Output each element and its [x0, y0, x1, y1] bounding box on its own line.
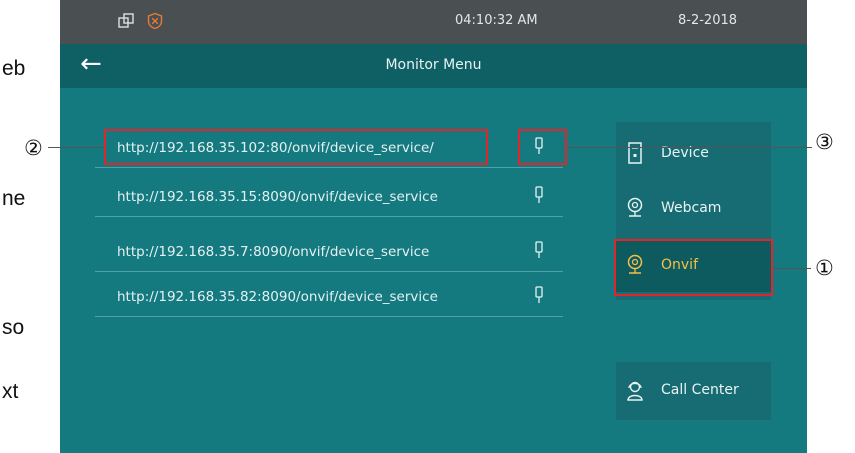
title-bar: ← Monitor Menu — [60, 44, 807, 88]
callout-line-3 — [567, 147, 812, 148]
callout-box-url — [104, 129, 488, 165]
callout-number-1: ① — [815, 256, 834, 280]
onvif-url: http://192.168.35.7:8090/onvif/device_se… — [117, 244, 430, 260]
sidebar-item-call-center[interactable]: Call Center — [616, 362, 771, 420]
status-bar: 04:10:32 AM 8-2-2018 — [60, 0, 807, 44]
page-title: Monitor Menu — [385, 57, 482, 73]
sidebar-item-label: Call Center — [661, 382, 739, 398]
onvif-url: http://192.168.35.82:8090/onvif/device_s… — [117, 289, 438, 305]
shield-x-icon — [147, 12, 163, 30]
onvif-url: http://192.168.35.15:8090/onvif/device_s… — [117, 189, 438, 205]
callout-line-2 — [48, 147, 104, 148]
onvif-url-row-3[interactable]: http://192.168.35.7:8090/onvif/device_se… — [95, 230, 563, 272]
doc-text-fragment-4: xt — [2, 380, 19, 403]
sidebar-item-label: Webcam — [661, 200, 722, 216]
pin-icon[interactable] — [533, 186, 545, 204]
status-date: 8-2-2018 — [678, 13, 738, 28]
callout-line-1 — [773, 268, 811, 269]
webcam-icon — [627, 197, 643, 217]
onvif-url-row-2[interactable]: http://192.168.35.15:8090/onvif/device_s… — [95, 175, 563, 217]
callout-box-pin — [518, 129, 567, 165]
callout-number-3: ③ — [815, 130, 834, 154]
sidebar-item-device[interactable]: Device — [616, 128, 771, 180]
doc-text-fragment-3: so — [2, 316, 25, 339]
sidebar-item-webcam[interactable]: Webcam — [616, 183, 771, 235]
doc-text-fragment-2: ne — [2, 187, 26, 210]
window-icon — [118, 13, 134, 28]
call-center-icon — [627, 381, 643, 401]
status-time: 04:10:32 AM — [455, 13, 538, 28]
intercom-device-icon — [628, 142, 642, 164]
doc-text-fragment-1: eb — [2, 57, 26, 80]
device-screen: 04:10:32 AM 8-2-2018 ← Monitor Menu http… — [60, 0, 807, 453]
onvif-url-row-4[interactable]: http://192.168.35.82:8090/onvif/device_s… — [95, 275, 563, 317]
callout-number-2: ② — [24, 136, 43, 160]
pin-icon[interactable] — [533, 241, 545, 259]
pin-icon[interactable] — [533, 286, 545, 304]
callout-box-onvif — [614, 239, 773, 296]
